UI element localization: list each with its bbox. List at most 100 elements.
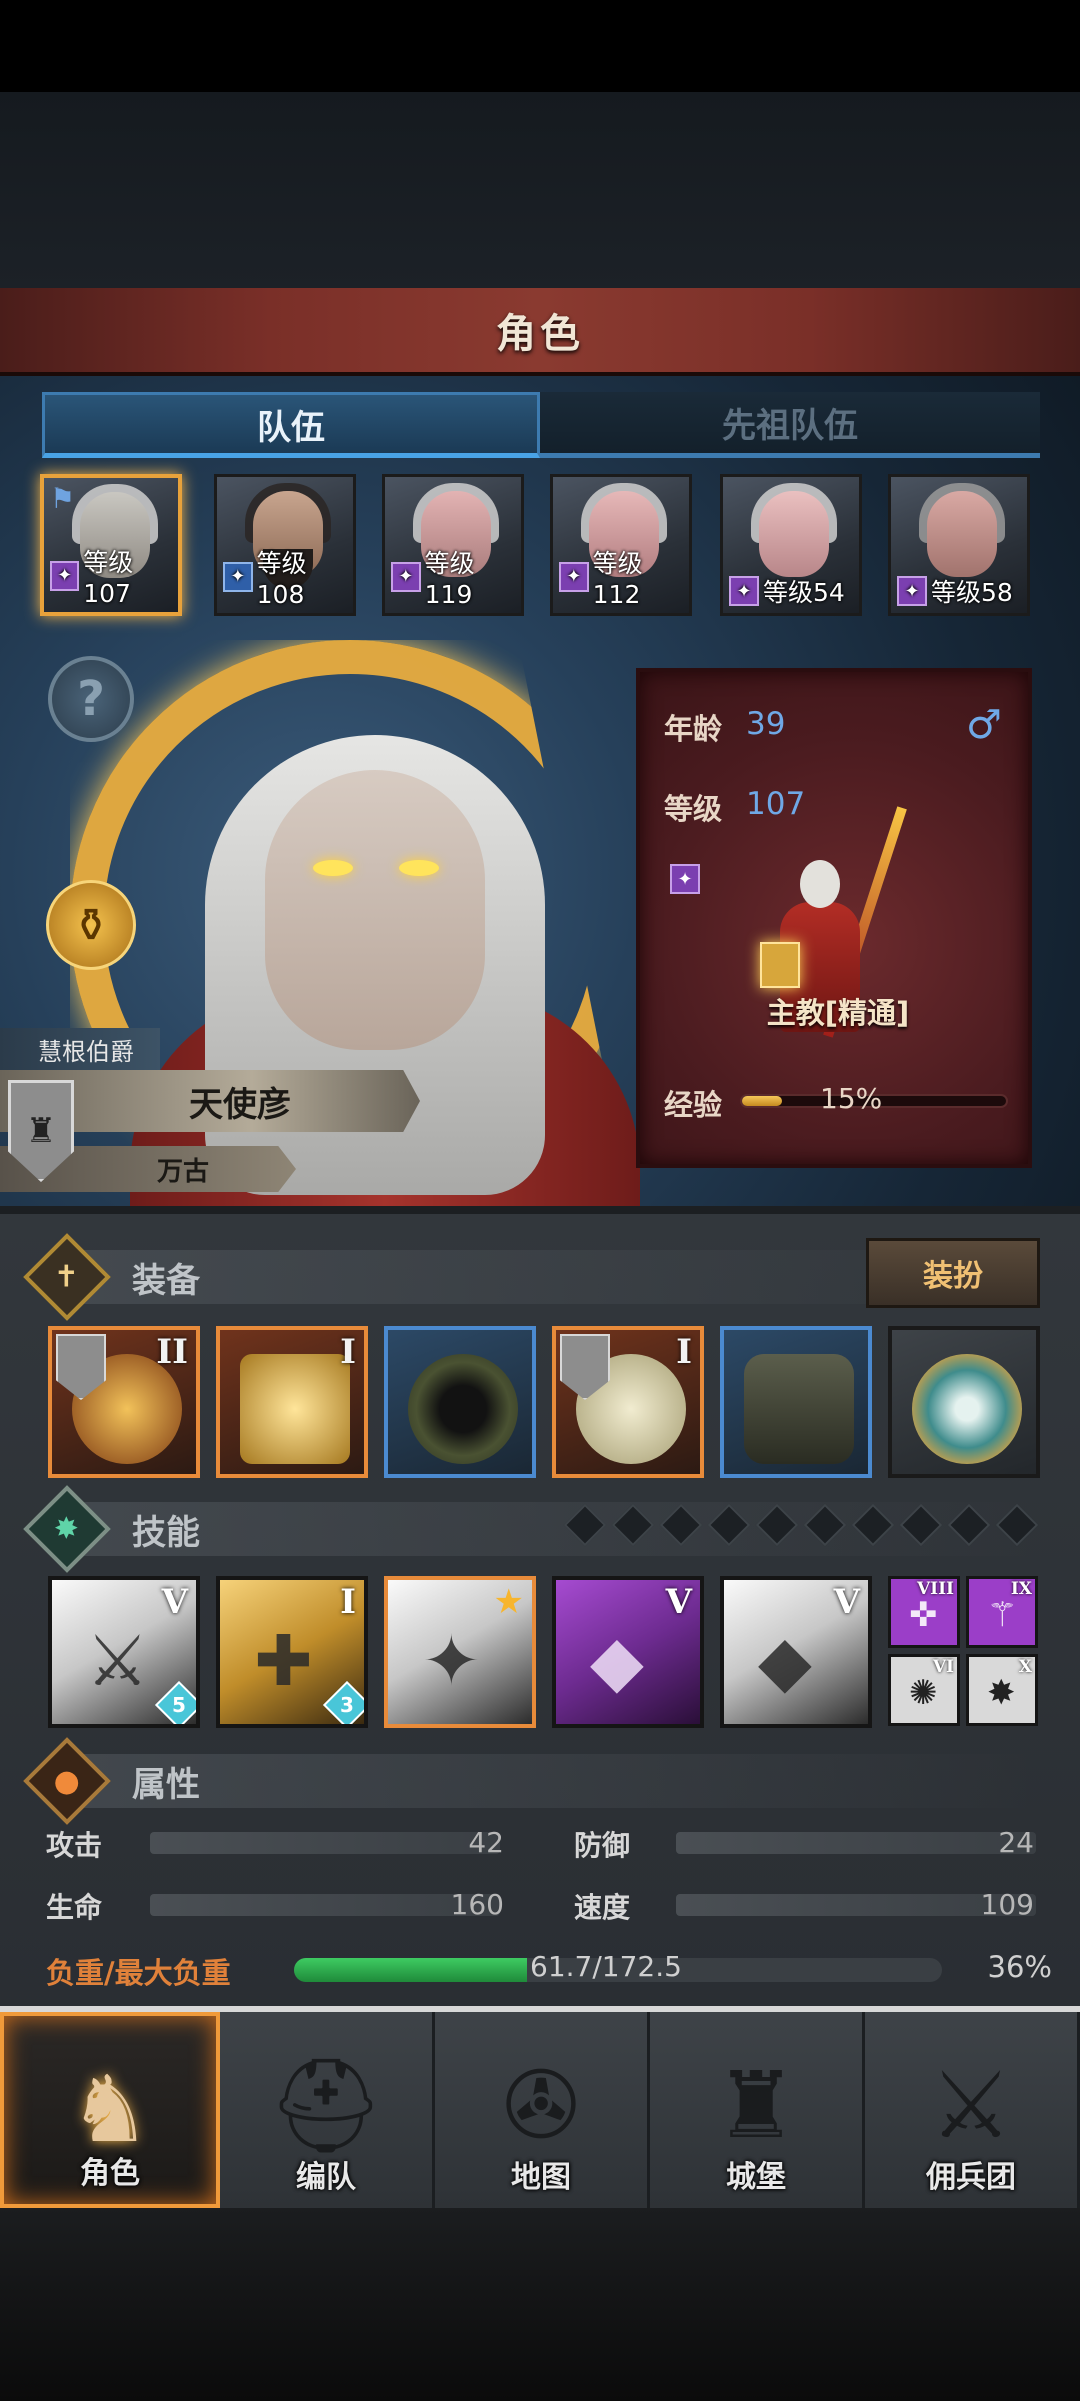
status-bar-area	[0, 0, 1080, 92]
equipment-slot-armor[interactable]: I	[552, 1326, 704, 1478]
tab-ancestor-team[interactable]: 先祖队伍	[540, 392, 1040, 458]
tier-label: IX	[1010, 1579, 1032, 1599]
eye	[313, 860, 353, 876]
mini-skill-slot[interactable]: ⚚ IX	[966, 1576, 1038, 1648]
roster-card[interactable]: ✦ 等级108	[214, 474, 356, 616]
nav-label: 地图	[511, 2160, 571, 2195]
star-icon: ★	[493, 1582, 524, 1622]
attr-label: 速度	[574, 1891, 631, 1924]
attr-defense: 防御	[574, 1820, 684, 1868]
hero-info-panel: 年龄 39 ♂ 等级 107 ✦ 主教[精通] 经验 15%	[636, 668, 1032, 1168]
attr-value: 109	[980, 1888, 1034, 1921]
age-label: 年龄	[664, 712, 723, 746]
class-badge-icon: ✦	[50, 560, 80, 591]
page-title: 角色	[496, 311, 584, 357]
castle-icon: ♜	[714, 2052, 798, 2159]
weight-value: 61.7/172.5	[530, 1950, 682, 1983]
equipment-slot-staff[interactable]: II	[48, 1326, 200, 1478]
nav-label: 角色	[80, 2156, 140, 2191]
tier-label: I	[340, 1332, 356, 1372]
bottom-area	[0, 2208, 1080, 2401]
tier-label: X	[1018, 1657, 1032, 1677]
roster-card[interactable]: ✦ 等级119	[382, 474, 524, 616]
flag-icon: ⚑	[50, 482, 76, 515]
skill-slot[interactable]: ✚ I 3	[216, 1576, 368, 1728]
roster-level: 等级58	[931, 578, 1013, 607]
equipment-slot-boots[interactable]	[720, 1326, 872, 1478]
knight-icon: ♞	[68, 2056, 152, 2163]
person-icon: ●	[23, 1737, 111, 1825]
skill-badge-value: 5	[172, 1693, 186, 1717]
compass-icon: ✇	[502, 2052, 580, 2159]
tab-team[interactable]: 队伍	[42, 392, 540, 458]
skill-slot[interactable]: ✦ ★	[384, 1576, 536, 1728]
equipment-slot-amulet[interactable]	[888, 1326, 1040, 1478]
attributes-section-header: ● 属性	[23, 1737, 200, 1825]
helmet-icon: ⛑	[267, 2052, 385, 2159]
roster-level: 等级107	[83, 548, 134, 608]
hero-title: 慧根伯爵	[0, 1028, 160, 1070]
mini-skill-slot[interactable]: ✜ VIII	[888, 1576, 960, 1648]
roster-card[interactable]: ✦ 等级58	[888, 474, 1030, 616]
exp-label: 经验	[664, 1088, 723, 1122]
nav-map[interactable]: ✇ 地图	[435, 2012, 650, 2208]
tier-label: VI	[932, 1657, 954, 1677]
nav-character[interactable]: ♞ 角色	[0, 2012, 220, 2208]
attr-speed: 速度	[574, 1882, 684, 1930]
tier-label: VIII	[916, 1579, 954, 1599]
class-badge-icon: ✦	[897, 576, 927, 606]
skill-slot[interactable]: ◆ V	[720, 1576, 872, 1728]
mercenary-icon: ⚔	[929, 2052, 1013, 2159]
top-backdrop	[0, 92, 1080, 288]
skill-badge-value: 3	[340, 1693, 354, 1717]
class-badge-icon: ✦	[670, 864, 700, 894]
weight-label: 负重/最大负重	[46, 1956, 231, 1990]
skill-level-badge: 3	[322, 1680, 364, 1724]
exp-fill	[742, 1096, 782, 1106]
dress-up-button[interactable]: 装扮	[866, 1238, 1040, 1308]
weight-fill	[294, 1958, 528, 1982]
class-badge-icon: ✦	[391, 561, 421, 592]
roster-card[interactable]: ⚑ ✦ 等级107	[40, 474, 182, 616]
roster-card[interactable]: ✦ 等级54	[720, 474, 862, 616]
skill-glyph: ✦	[422, 1620, 481, 1702]
skill-slot[interactable]: ⚔ V 5	[48, 1576, 200, 1728]
skill-glyph: ◆	[758, 1620, 812, 1702]
roster-card[interactable]: ✦ 等级112	[550, 474, 692, 616]
attr-health: 生命	[46, 1882, 156, 1930]
tier-label: I	[340, 1582, 356, 1622]
attr-value: 160	[450, 1888, 504, 1921]
attr-value: 24	[998, 1826, 1034, 1859]
class-badge-icon: ✦	[559, 561, 589, 592]
help-button[interactable]: ?	[48, 656, 134, 742]
hero-portrait[interactable]	[265, 770, 485, 1050]
skill-glyph: ✚	[254, 1620, 313, 1702]
potion-icon[interactable]: ⚱	[46, 880, 136, 970]
equipment-slot-book[interactable]: I	[216, 1326, 368, 1478]
class-badge-icon: ✦	[223, 561, 253, 592]
title-banner: 角色	[0, 288, 1080, 376]
skills-section-header: ✸ 技能	[23, 1485, 200, 1573]
attr-label: 防御	[574, 1829, 631, 1862]
roster-level: 等级108	[256, 549, 307, 609]
class-badge-icon: ✦	[729, 576, 759, 606]
skill-star-icon: ✸	[23, 1485, 111, 1573]
mini-skill-slot[interactable]: ✸ X	[966, 1654, 1038, 1726]
exp-percent: 15%	[820, 1082, 883, 1115]
skill-slot[interactable]: ◆ V	[552, 1576, 704, 1728]
skill-glyph: ✜	[909, 1595, 938, 1635]
skill-glyph: ⚔	[86, 1620, 149, 1702]
tier-label: I	[676, 1332, 692, 1372]
equipment-label: 装备	[132, 1260, 200, 1301]
attr-label: 攻击	[46, 1829, 103, 1862]
equipment-slot-hood[interactable]	[384, 1326, 536, 1478]
nav-formation[interactable]: ⛑ 编队	[220, 2012, 435, 2208]
mini-skill-slot[interactable]: ✺ VI	[888, 1654, 960, 1726]
roster-level: 等级54	[763, 578, 845, 607]
nav-mercenary[interactable]: ⚔ 佣兵团	[865, 2012, 1080, 2208]
roster-level: 等级112	[592, 549, 643, 609]
nav-castle[interactable]: ♜ 城堡	[650, 2012, 865, 2208]
nav-label: 编队	[296, 2160, 356, 2195]
attr-attack: 攻击	[46, 1820, 156, 1868]
eye	[399, 860, 439, 876]
